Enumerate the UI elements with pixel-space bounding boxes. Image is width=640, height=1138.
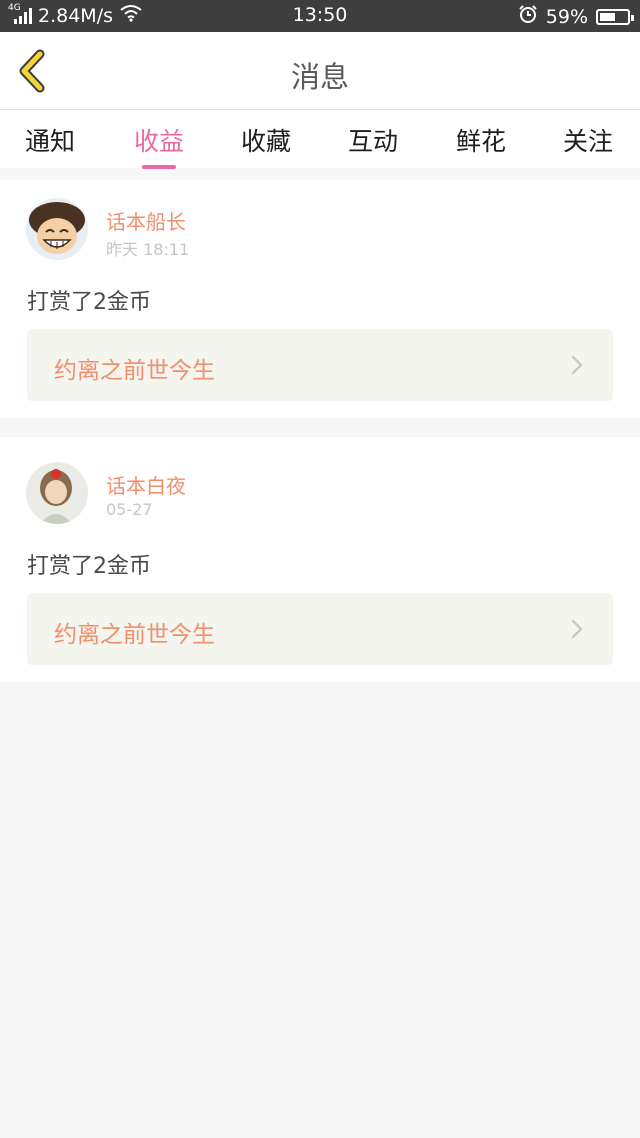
- avatar[interactable]: [26, 462, 88, 524]
- tab-label: 收藏: [240, 127, 291, 156]
- battery-icon: [596, 8, 634, 25]
- tab-bar: 通知 收益 收藏 互动 鲜花 关注: [0, 110, 640, 169]
- message-time: 05-27: [106, 500, 153, 519]
- tab-label: 鲜花: [455, 127, 506, 156]
- book-link[interactable]: 约离之前世今生: [27, 329, 613, 401]
- tab-label: 通知: [24, 127, 75, 156]
- status-bar: 4G 2.84M/s 13:50 59%: [0, 0, 640, 32]
- message-text: 打赏了2金币: [27, 554, 151, 579]
- chevron-right-icon: [571, 619, 583, 639]
- tab-label: 关注: [562, 127, 613, 156]
- message-time: 昨天 18:11: [106, 240, 190, 259]
- tab-label: 互动: [347, 127, 398, 156]
- message-text: 打赏了2金币: [27, 290, 151, 315]
- tab-following[interactable]: 关注: [543, 122, 633, 158]
- tab-interactions[interactable]: 互动: [328, 122, 418, 158]
- message-card: 话本船长 昨天 18:11 打赏了2金币 约离之前世今生: [0, 180, 640, 418]
- page-title: 消息: [290, 60, 349, 94]
- book-title: 约离之前世今生: [54, 358, 215, 384]
- tab-label: 收益: [133, 127, 184, 156]
- battery-percent: 59%: [545, 5, 588, 28]
- alarm-icon: [518, 4, 538, 29]
- chevron-right-icon: [571, 355, 583, 375]
- book-link[interactable]: 约离之前世今生: [27, 593, 613, 665]
- tab-notifications[interactable]: 通知: [5, 122, 95, 158]
- tab-earnings[interactable]: 收益: [114, 122, 204, 169]
- tab-flowers[interactable]: 鲜花: [436, 122, 526, 158]
- username[interactable]: 话本白夜: [106, 470, 186, 499]
- avatar[interactable]: [26, 198, 88, 260]
- title-bar: 消息: [0, 32, 640, 110]
- message-card: 话本白夜 05-27 打赏了2金币 约离之前世今生: [0, 437, 640, 682]
- book-title: 约离之前世今生: [54, 622, 215, 648]
- username[interactable]: 话本船长: [106, 206, 186, 235]
- tab-indicator: [142, 165, 176, 169]
- tab-favorites[interactable]: 收藏: [221, 122, 311, 158]
